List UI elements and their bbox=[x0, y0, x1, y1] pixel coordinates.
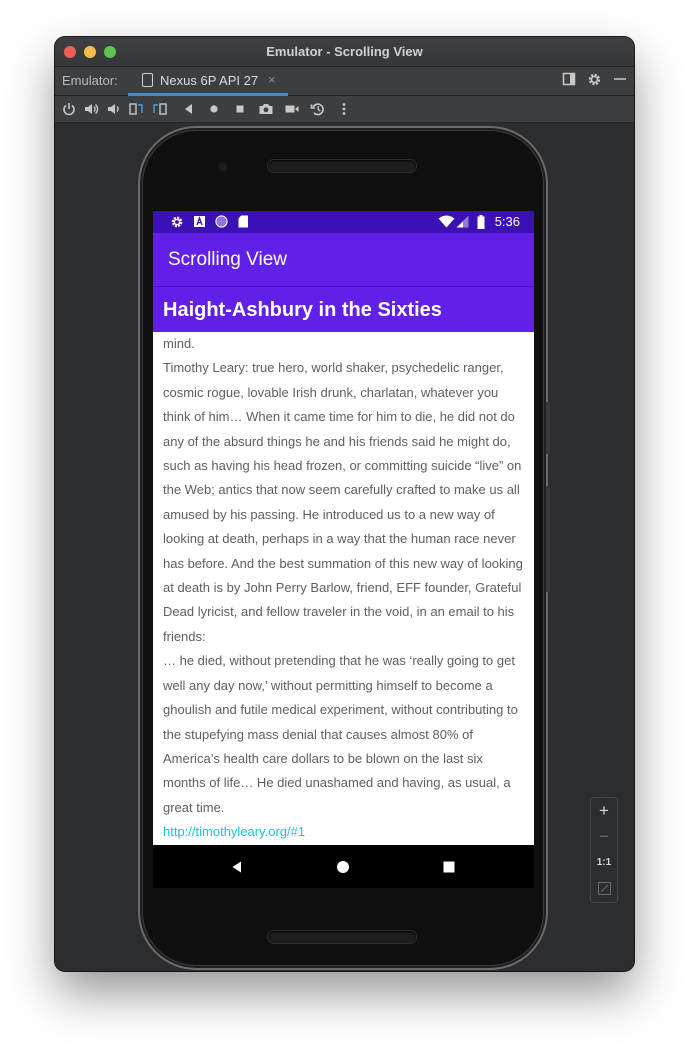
layout-icon[interactable] bbox=[561, 72, 577, 88]
zoom-in-button[interactable]: + bbox=[591, 798, 617, 824]
device-tab-label: Nexus 6P API 27 bbox=[160, 73, 259, 88]
app-title: Scrolling View bbox=[168, 249, 287, 270]
a-icon bbox=[193, 215, 206, 233]
phone-frame: 5:36 Scrolling View Haight-Ashbury in th… bbox=[138, 126, 550, 970]
signal-icon bbox=[456, 215, 469, 233]
emulator-label: Emulator: bbox=[62, 73, 118, 88]
article-paragraph: Timothy Leary: true hero, world shaker, … bbox=[163, 360, 523, 644]
nav-overview-icon[interactable] bbox=[442, 860, 456, 879]
volume-rocker[interactable] bbox=[546, 486, 550, 592]
top-speaker bbox=[268, 160, 416, 172]
device-canvas: 5:36 Scrolling View Haight-Ashbury in th… bbox=[55, 123, 634, 971]
rotate-right-icon[interactable] bbox=[152, 101, 168, 117]
gear-icon[interactable] bbox=[586, 72, 602, 88]
article-paragraph: mind. bbox=[163, 336, 195, 351]
overview-icon[interactable] bbox=[232, 101, 248, 117]
snapshot-icon[interactable] bbox=[310, 101, 326, 117]
front-camera bbox=[219, 163, 227, 171]
article-paragraph: … he died, without pretending that he wa… bbox=[163, 653, 518, 815]
nav-back-icon[interactable] bbox=[230, 860, 244, 879]
home-icon[interactable] bbox=[206, 101, 222, 117]
rotate-left-icon[interactable] bbox=[128, 101, 144, 117]
power-icon[interactable] bbox=[61, 101, 77, 117]
article-heading-box: Haight-Ashbury in the Sixties bbox=[153, 286, 534, 332]
volume-up-icon[interactable] bbox=[83, 101, 99, 117]
tab-device[interactable]: Nexus 6P API 27 × bbox=[128, 67, 288, 96]
power-button[interactable] bbox=[546, 402, 550, 454]
wifi-icon bbox=[438, 215, 455, 233]
zoom-out-button[interactable]: − bbox=[591, 824, 617, 850]
minimize-icon[interactable] bbox=[612, 72, 628, 88]
close-tab-icon[interactable]: × bbox=[268, 72, 276, 87]
phone-screen: 5:36 Scrolling View Haight-Ashbury in th… bbox=[153, 211, 534, 888]
bottom-speaker bbox=[268, 931, 416, 943]
status-bar: 5:36 bbox=[153, 211, 534, 233]
nav-bar bbox=[153, 845, 534, 888]
sd-card-icon bbox=[238, 215, 249, 233]
emulator-window: Emulator - Scrolling View Emulator: Nexu… bbox=[55, 37, 634, 971]
nav-home-icon[interactable] bbox=[336, 860, 350, 879]
settings-icon bbox=[170, 215, 184, 234]
article-body[interactable]: mind. Timothy Leary: true hero, world sh… bbox=[163, 332, 525, 845]
back-icon[interactable] bbox=[181, 101, 197, 117]
emulator-toolbar bbox=[55, 96, 634, 123]
battery-icon bbox=[477, 215, 485, 234]
article-link[interactable]: http://timothyleary.org/#1 bbox=[163, 820, 525, 844]
title-bar: Emulator - Scrolling View bbox=[55, 37, 634, 67]
tab-bar: Emulator: Nexus 6P API 27 × bbox=[55, 67, 634, 96]
fit-screen-icon[interactable] bbox=[591, 876, 617, 902]
app-bar: Scrolling View bbox=[153, 233, 534, 286]
article-heading: Haight-Ashbury in the Sixties bbox=[163, 299, 442, 321]
volume-down-icon[interactable] bbox=[105, 101, 121, 117]
screenshot-icon[interactable] bbox=[258, 101, 274, 117]
record-icon[interactable] bbox=[284, 101, 300, 117]
window-title: Emulator - Scrolling View bbox=[266, 44, 423, 59]
circle-icon bbox=[215, 215, 228, 233]
zoom-panel: + − 1:1 bbox=[590, 797, 618, 903]
zoom-actual-size-button[interactable]: 1:1 bbox=[591, 850, 617, 876]
more-icon[interactable] bbox=[336, 101, 352, 117]
device-icon bbox=[142, 73, 153, 87]
status-time: 5:36 bbox=[494, 214, 520, 229]
